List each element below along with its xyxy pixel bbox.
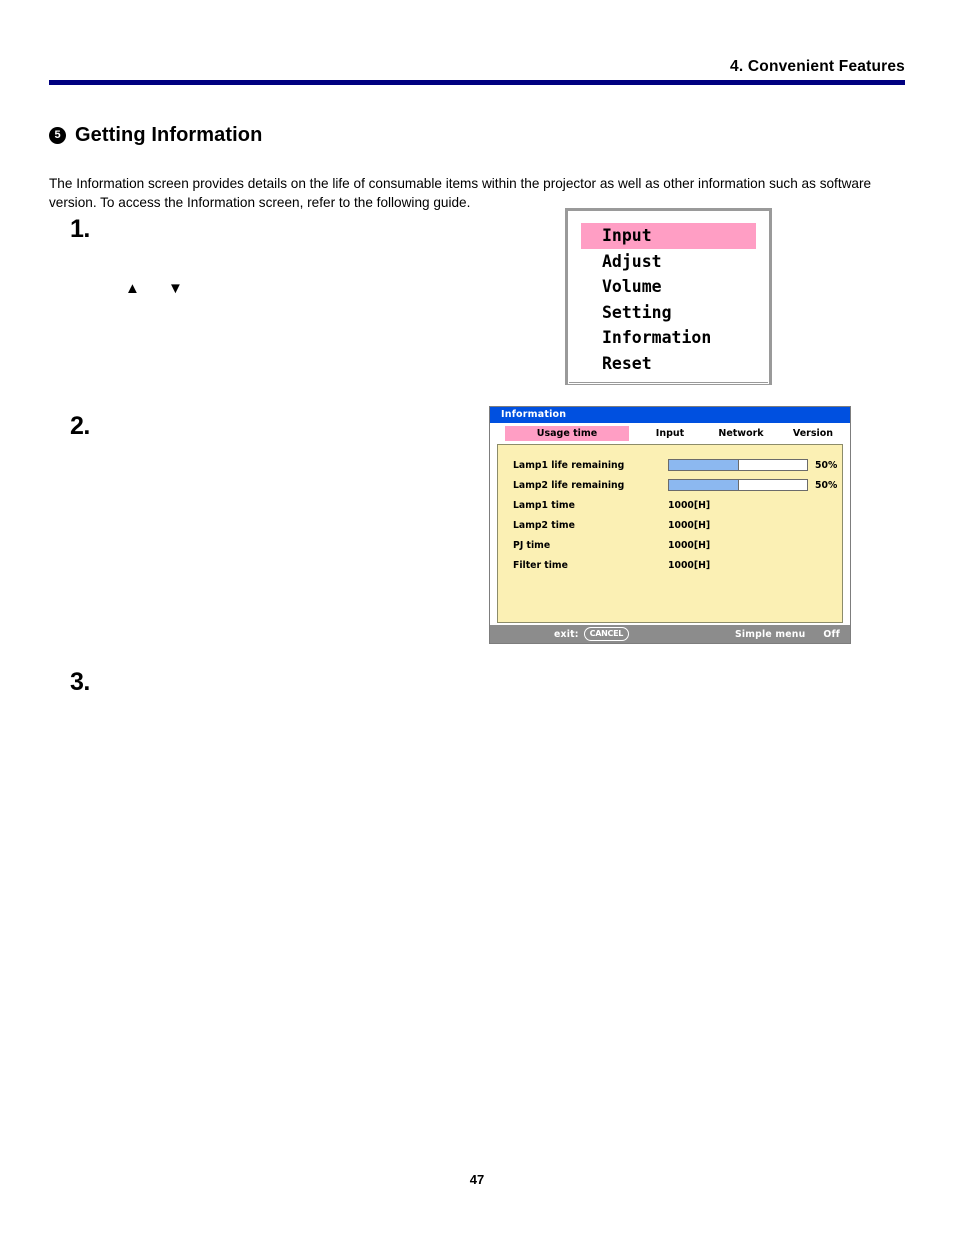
lamp1-life-gauge	[668, 459, 808, 471]
section-bullet-icon: 5	[49, 127, 66, 144]
osd-basic-menu: Input Adjust Volume Setting Information …	[565, 208, 772, 385]
gauge-fill	[669, 460, 739, 470]
osd-menu-item-setting[interactable]: Setting	[569, 300, 768, 326]
info-row-label: PJ time	[513, 539, 551, 551]
cancel-key-icon[interactable]: CANCEL	[583, 627, 630, 641]
info-row-label: Filter time	[513, 559, 568, 571]
gauge-fill	[669, 480, 739, 490]
step-1-number: 1.	[70, 215, 90, 243]
info-row-value: 1000[H]	[668, 519, 711, 531]
lamp2-life-percent: 50%	[815, 479, 838, 491]
osd-menu-item-information[interactable]: Information	[569, 325, 768, 351]
info-row-label: Lamp2 life remaining	[513, 479, 625, 491]
lamp2-life-gauge	[668, 479, 808, 491]
tab-network[interactable]: Network	[707, 426, 775, 441]
info-row-lamp1-time: Lamp1 time 1000[H]	[498, 495, 842, 515]
osd-menu-item-reset[interactable]: Reset	[569, 351, 768, 377]
updown-arrow-icon: ▲ ▼	[125, 280, 195, 297]
info-row-filter-time: Filter time 1000[H]	[498, 555, 842, 575]
info-row-lamp2-time: Lamp2 time 1000[H]	[498, 515, 842, 535]
page-number: 47	[469, 1172, 485, 1187]
info-row-lamp1-life: Lamp1 life remaining 50%	[498, 455, 842, 475]
info-row-lamp2-life: Lamp2 life remaining 50%	[498, 475, 842, 495]
info-row-pj-time: PJ time 1000[H]	[498, 535, 842, 555]
simple-menu-value[interactable]: Off	[823, 629, 840, 640]
info-row-value: 1000[H]	[668, 499, 711, 511]
information-screen: Information Usage time Input Network Ver…	[489, 406, 851, 644]
tab-usage-time[interactable]: Usage time	[505, 426, 629, 441]
page-title: Getting Information	[75, 124, 263, 146]
osd-menu-item-input[interactable]: Input	[581, 223, 756, 249]
info-row-value: 1000[H]	[668, 539, 711, 551]
tab-input[interactable]: Input	[639, 426, 701, 441]
lamp1-life-percent: 50%	[815, 459, 838, 471]
page-header: 4. Convenient Features	[49, 58, 905, 85]
information-tabstrip: Usage time Input Network Version	[490, 423, 850, 444]
information-footer: exit: CANCEL Simple menu Off	[490, 625, 850, 643]
section-heading: 5 Getting Information	[49, 124, 262, 147]
info-row-label: Lamp2 time	[513, 519, 575, 531]
simple-menu-label: Simple menu	[735, 628, 806, 640]
osd-menu-item-adjust[interactable]: Adjust	[569, 249, 768, 275]
tab-version[interactable]: Version	[779, 426, 847, 441]
info-row-value: 1000[H]	[668, 559, 711, 571]
osd-menu-item-volume[interactable]: Volume	[569, 274, 768, 300]
information-body: Lamp1 life remaining 50% Lamp2 life rema…	[497, 444, 843, 623]
osd-basic-menu-list: Input Adjust Volume Setting Information …	[568, 222, 769, 384]
header-rule	[49, 80, 905, 85]
intro-paragraph: The Information screen provides details …	[49, 175, 872, 210]
chapter-title: 4. Convenient Features	[730, 58, 905, 75]
step-3-number: 3.	[70, 668, 90, 696]
exit-label: exit:	[554, 628, 579, 640]
info-row-label: Lamp1 life remaining	[513, 459, 625, 471]
information-titlebar: Information	[490, 407, 850, 423]
step-2-number: 2.	[70, 412, 90, 440]
info-row-label: Lamp1 time	[513, 499, 575, 511]
